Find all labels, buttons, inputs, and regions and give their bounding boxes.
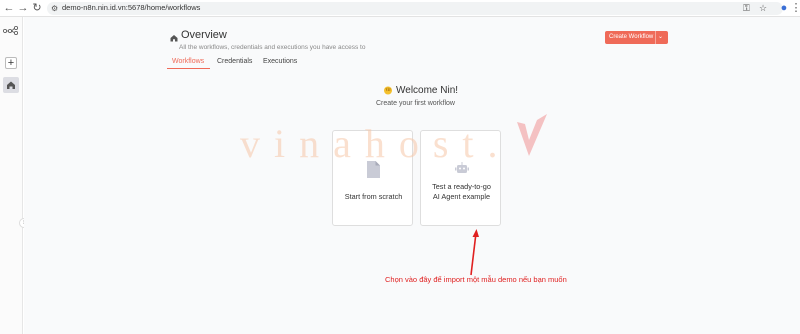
file-icon bbox=[367, 161, 380, 178]
sidebar-item-home[interactable] bbox=[3, 77, 19, 93]
tune-icon[interactable]: ⚙ bbox=[51, 4, 58, 13]
forward-icon[interactable]: → bbox=[17, 2, 29, 14]
tab-workflows[interactable]: Workflows bbox=[172, 58, 204, 65]
key-icon[interactable]: ⚿ bbox=[743, 3, 750, 14]
annotation-text: Chọn vào đây để import một mẫu demo nếu … bbox=[385, 275, 567, 284]
chevron-down-icon[interactable]: ⌄ bbox=[658, 33, 663, 40]
add-button[interactable]: + bbox=[5, 57, 17, 69]
browser-toolbar: ← → ↻ ⚙ demo-n8n.nin.id.vn:5678/home/wor… bbox=[0, 0, 800, 17]
welcome-text: Welcome Nin! bbox=[396, 85, 459, 96]
card-label-line2: AI Agent example bbox=[432, 192, 491, 201]
workflow-logo-icon[interactable] bbox=[3, 25, 19, 35]
star-icon[interactable]: ☆ bbox=[759, 3, 767, 14]
sidebar: + bbox=[0, 17, 23, 334]
start-from-scratch-card[interactable]: Start from scratch bbox=[332, 130, 413, 226]
robot-icon bbox=[455, 162, 469, 173]
url-text: demo-n8n.nin.id.vn:5678/home/workflows bbox=[62, 3, 201, 12]
card-label: Start from scratch bbox=[344, 192, 403, 201]
waving-hand-icon bbox=[384, 86, 392, 95]
active-tab-indicator bbox=[167, 68, 210, 69]
home-icon bbox=[170, 35, 178, 42]
main-content: Overview All the workflows, credentials … bbox=[24, 17, 800, 334]
button-divider bbox=[655, 31, 656, 44]
tab-executions[interactable]: Executions bbox=[263, 58, 297, 65]
profile-icon[interactable]: ● bbox=[778, 2, 790, 14]
create-workflow-button[interactable]: Create Workflow ⌄ bbox=[605, 31, 668, 44]
ai-agent-example-card[interactable]: Test a ready-to-go AI Agent example bbox=[420, 130, 501, 226]
back-icon[interactable]: ← bbox=[3, 2, 15, 14]
page-title: Overview bbox=[181, 29, 227, 41]
red-arrow-annotation bbox=[470, 229, 479, 276]
menu-icon[interactable]: ⋮ bbox=[790, 2, 800, 14]
welcome-subtitle: Create your first workflow bbox=[376, 100, 455, 107]
page-subtitle: All the workflows, credentials and execu… bbox=[179, 44, 366, 51]
create-workflow-label: Create Workflow bbox=[609, 34, 654, 40]
card-label-line1: Test a ready-to-go bbox=[432, 182, 491, 191]
address-bar[interactable]: ⚙ demo-n8n.nin.id.vn:5678/home/workflows… bbox=[47, 2, 783, 15]
tab-credentials[interactable]: Credentials bbox=[217, 58, 252, 65]
plus-icon: + bbox=[7, 57, 15, 69]
reload-icon[interactable]: ↻ bbox=[31, 2, 43, 14]
home-icon bbox=[7, 81, 15, 89]
